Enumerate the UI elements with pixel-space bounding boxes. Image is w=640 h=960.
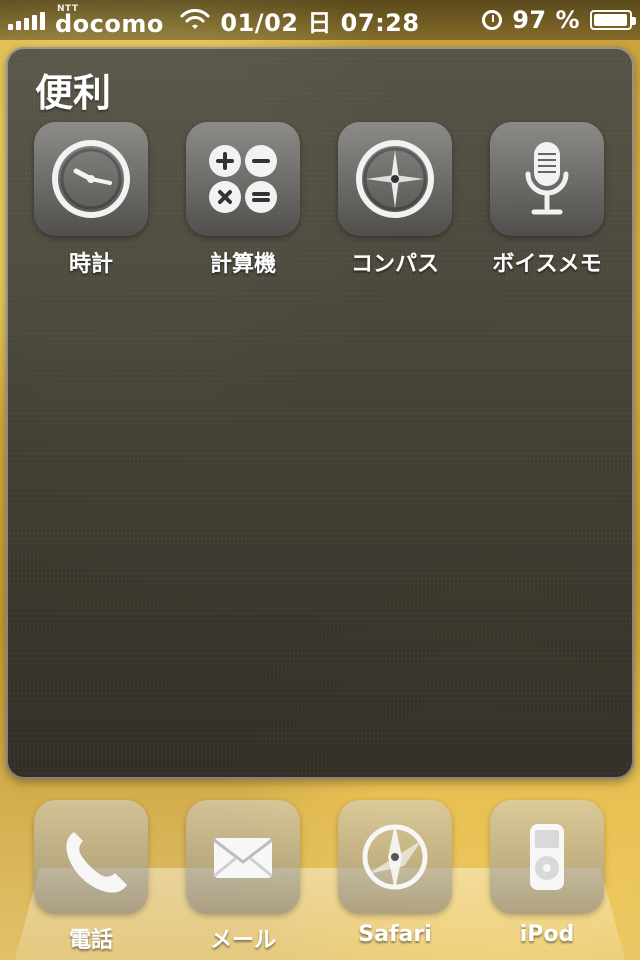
ipod-icon[interactable] <box>490 800 604 914</box>
battery-fill <box>594 14 627 26</box>
app-label: コンパス <box>350 252 439 277</box>
folder-title: 便利 <box>35 71 112 115</box>
folder-overlay: 便利 時計 計算機 コンパス ボイスメモ <box>6 47 634 779</box>
dock-label: 電話 <box>68 928 113 953</box>
phone-icon[interactable] <box>34 800 148 914</box>
compass-icon[interactable] <box>338 122 452 236</box>
folder-app-clock[interactable]: 時計 <box>16 122 166 278</box>
dock: 電話 メール Safari iPod <box>0 800 640 960</box>
signal-strength-icon <box>8 10 45 30</box>
wifi-icon <box>180 9 210 29</box>
app-label: 計算機 <box>209 252 276 277</box>
app-label: ボイスメモ <box>492 252 602 277</box>
microphone-glyph-icon <box>525 142 569 215</box>
safari-compass-icon <box>362 824 428 890</box>
phone-handset-icon <box>66 832 127 893</box>
safari-icon[interactable] <box>338 800 452 914</box>
envelope-icon <box>213 838 273 878</box>
dock-app-mail[interactable]: メール <box>168 800 318 954</box>
carrier-main: docomo <box>55 9 164 38</box>
alarm-icon <box>482 10 503 30</box>
dock-label: メール <box>209 928 276 953</box>
compass-dial-icon <box>356 140 434 218</box>
dock-label: iPod <box>519 922 575 947</box>
folder-app-calculator[interactable]: 計算機 <box>168 122 318 278</box>
status-bar: NTT docomo 01/02 日 07:28 97 % <box>0 0 640 40</box>
clock-face-icon <box>52 140 130 218</box>
status-left: NTT docomo <box>8 3 210 38</box>
folder-app-voice-memo[interactable]: ボイスメモ <box>472 122 622 278</box>
calculator-glyph-icon <box>209 145 277 213</box>
status-right: 97 % <box>482 0 636 40</box>
clock-icon[interactable] <box>34 122 148 236</box>
carrier-name: NTT docomo <box>55 3 164 38</box>
dock-app-phone[interactable]: 電話 <box>16 800 166 954</box>
calculator-icon[interactable] <box>186 122 300 236</box>
dock-app-safari[interactable]: Safari <box>320 800 470 947</box>
dock-label: Safari <box>358 922 432 947</box>
ipod-device-icon <box>530 824 564 890</box>
app-label: 時計 <box>68 252 113 277</box>
battery-icon <box>590 10 636 30</box>
dock-app-ipod[interactable]: iPod <box>472 800 622 947</box>
battery-percent: 97 % <box>512 6 580 34</box>
carrier-small: NTT <box>57 3 79 14</box>
microphone-icon[interactable] <box>490 122 604 236</box>
folder-app-compass[interactable]: コンパス <box>320 122 470 278</box>
status-time: 01/02 日 07:28 <box>220 8 420 37</box>
mail-icon[interactable] <box>186 800 300 914</box>
